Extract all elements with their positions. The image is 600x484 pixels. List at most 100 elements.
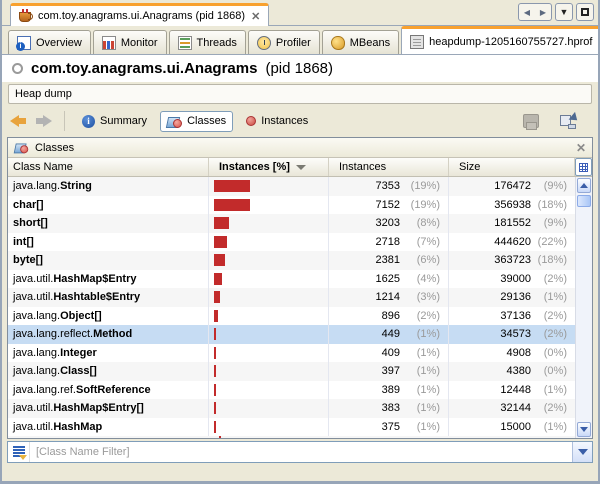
instances-bar (214, 254, 225, 266)
close-icon[interactable]: ✕ (250, 10, 261, 23)
column-header-instances[interactable]: Instances (329, 158, 449, 176)
instances-bar (214, 421, 216, 433)
tab-list-dropdown-button[interactable]: ▼ (555, 3, 573, 21)
forward-button[interactable] (34, 113, 54, 129)
toolbar-separator (64, 111, 65, 131)
table-row[interactable]: byte[] 2381(6%) 363723(18%) (8, 251, 575, 270)
instances-bar (214, 328, 216, 340)
instances-bar (214, 199, 250, 211)
table-row[interactable]: java.lang.String 7353(19%) 176472(9%) (8, 177, 575, 196)
table-header: Class Name Instances [%] Instances Size (8, 158, 592, 177)
page-title: com.toy.anagrams.ui.Anagrams (31, 60, 257, 77)
tab-profiler[interactable]: Profiler (248, 30, 320, 54)
table-row[interactable]: java.util.HashMap 375(1%) 15000(1%) (8, 418, 575, 437)
document-tabbar: com.toy.anagrams.ui.Anagrams (pid 1868) … (2, 0, 598, 26)
table-row[interactable]: java.lang.Integer 409(1%) 4908(0%) (8, 344, 575, 363)
scroll-down-button[interactable] (577, 422, 591, 437)
table-grid-icon (579, 163, 588, 172)
export-button[interactable] (560, 113, 578, 129)
instances-bar (214, 310, 218, 322)
classes-icon (15, 142, 29, 154)
classes-label: Classes (187, 115, 226, 127)
profiler-icon (257, 36, 271, 50)
classes-panel-header: Classes ✕ (8, 138, 592, 158)
scroll-up-icon (580, 183, 588, 188)
heap-dump-label: Heap dump (15, 88, 72, 100)
back-arrow-icon (10, 115, 19, 127)
monitor-icon (102, 36, 116, 50)
classes-panel: Classes ✕ Class Name Instances [%] Insta… (7, 137, 593, 439)
tab-anagrams-application[interactable]: com.toy.anagrams.ui.Anagrams (pid 1868) … (10, 3, 269, 26)
table-row[interactable]: java.lang.Class[] 397(1%) 4380(0%) (8, 362, 575, 381)
java-cup-icon (18, 9, 33, 23)
classes-view-button[interactable]: Classes (160, 111, 233, 132)
instance-dot-icon (246, 116, 256, 126)
page-title-pid: (pid 1868) (265, 60, 333, 77)
classes-panel-title: Classes (35, 142, 74, 154)
snapshot-icon (523, 114, 539, 128)
filter-options-button[interactable] (8, 442, 30, 462)
column-header-instances-pct[interactable]: Instances [%] (209, 158, 329, 176)
tab-monitor[interactable]: Monitor (93, 30, 167, 54)
close-panel-icon[interactable]: ✕ (576, 141, 586, 155)
page-heading: com.toy.anagrams.ui.Anagrams (pid 1868) (2, 55, 598, 82)
table-row[interactable]: java.lang.Object[] 896(2%) 37136(2%) (8, 307, 575, 326)
table-row-partial[interactable] (8, 436, 575, 438)
info-icon: i (82, 115, 95, 128)
threads-icon (178, 36, 192, 50)
table-row[interactable]: short[] 3203(8%) 181552(9%) (8, 214, 575, 233)
heap-dump-section-header[interactable]: Heap dump (8, 84, 592, 104)
table-row[interactable]: char[] 7152(19%) 356938(18%) (8, 196, 575, 215)
snapshot-button-disabled[interactable] (522, 113, 540, 129)
instances-bar (214, 347, 216, 359)
tab-heapdump[interactable]: heapdump-1205160755727.hprof ✕ (401, 26, 600, 54)
summary-view-button[interactable]: i Summary (75, 111, 154, 132)
instances-bar (214, 236, 227, 248)
instances-view-button[interactable]: Instances (239, 111, 315, 131)
forward-arrow-icon (43, 115, 52, 127)
back-button[interactable] (8, 113, 28, 129)
instances-bar (214, 384, 216, 396)
overview-icon (17, 36, 31, 50)
instances-bar (214, 291, 220, 303)
summary-label: Summary (100, 115, 147, 127)
table-row[interactable]: java.util.HashMap$Entry 1625(4%) 39000(2… (8, 270, 575, 289)
class-name-filter-input[interactable] (30, 442, 572, 462)
instances-label: Instances (261, 115, 308, 127)
classes-icon (167, 115, 182, 128)
scroll-tabs-left-button[interactable]: ◀ (519, 4, 535, 20)
view-tabbar: Overview Monitor Threads Profiler MBeans (2, 27, 598, 55)
filter-dropdown-button[interactable] (572, 442, 592, 462)
scroll-tabs-right-button[interactable]: ▶ (535, 4, 551, 20)
tab-mbeans[interactable]: MBeans (322, 30, 399, 54)
vertical-scrollbar[interactable] (575, 177, 592, 438)
column-header-size[interactable]: Size (449, 158, 575, 176)
instances-bar (214, 273, 222, 285)
scroll-up-button[interactable] (577, 178, 591, 193)
instances-bar (214, 217, 229, 229)
table-row[interactable]: java.lang.ref.SoftReference 389(1%) 1244… (8, 381, 575, 400)
classes-table-body: java.lang.String 7353(19%) 176472(9%) ch… (8, 177, 575, 438)
maximize-icon (581, 8, 589, 16)
application-tab-label: com.toy.anagrams.ui.Anagrams (pid 1868) (38, 10, 245, 22)
mbeans-icon (331, 36, 345, 50)
application-status-icon (12, 63, 23, 74)
scroll-down-icon (580, 427, 588, 432)
table-row[interactable]: java.lang.reflect.Method 449(1%) 34573(2… (8, 325, 575, 344)
column-header-class-name[interactable]: Class Name (8, 158, 209, 176)
scrollbar-thumb[interactable] (577, 195, 591, 207)
table-row[interactable]: java.util.Hashtable$Entry 1214(3%) 29136… (8, 288, 575, 307)
sort-descending-icon (296, 165, 306, 170)
heapdump-icon (410, 35, 424, 49)
heapwalker-toolbar: i Summary Classes Instances (8, 106, 592, 136)
class-name-filter-bar (7, 441, 593, 463)
instances-bar (214, 365, 216, 377)
tab-overview[interactable]: Overview (8, 30, 91, 54)
table-row[interactable]: int[] 2718(7%) 444620(22%) (8, 233, 575, 252)
maximize-button[interactable] (576, 3, 594, 21)
tab-scroll-controls: ◀ ▶ ▼ (518, 3, 594, 21)
instances-bar (214, 402, 216, 414)
column-picker-button[interactable] (575, 158, 592, 176)
table-row[interactable]: java.util.HashMap$Entry[] 383(1%) 32144(… (8, 399, 575, 418)
tab-threads[interactable]: Threads (169, 30, 246, 54)
